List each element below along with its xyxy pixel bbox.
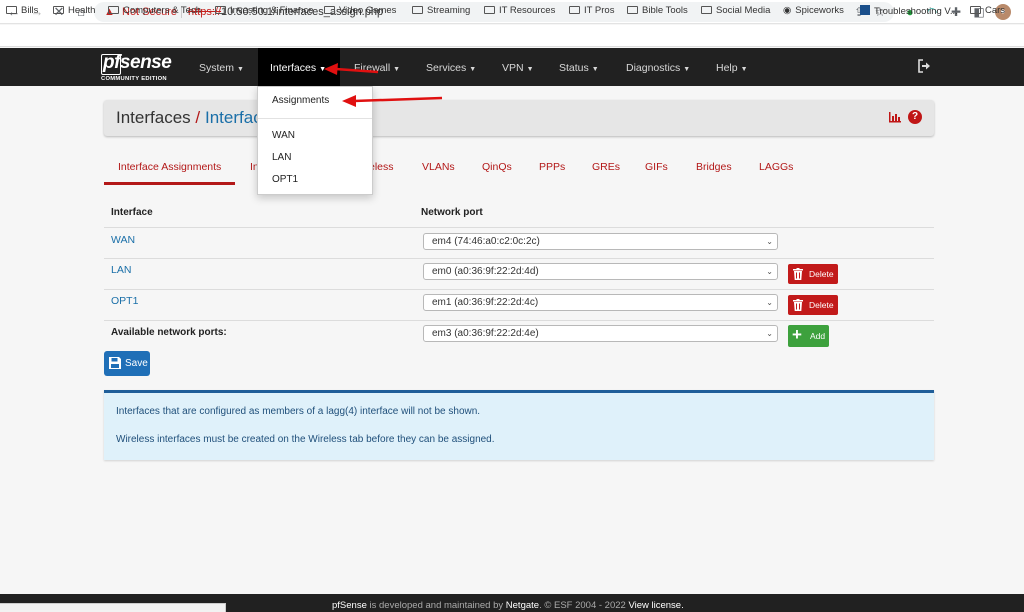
row-divider [104, 227, 934, 228]
network-port-select-lan[interactable]: em0 (a0:36:9f:22:2d:4d) ⌄ [423, 263, 778, 280]
folder-icon [627, 6, 638, 14]
tab-interface-assignments[interactable]: Interface Assignments [118, 161, 221, 173]
tab-qinqs[interactable]: QinQs [482, 161, 512, 173]
delete-button-opt1[interactable]: Delete [788, 295, 838, 315]
network-port-select-opt1[interactable]: em1 (a0:36:9f:22:2d:4c) ⌄ [423, 294, 778, 311]
folder-icon [970, 6, 981, 14]
chevron-down-icon: ⌄ [766, 329, 773, 338]
tab-vlans[interactable]: VLANs [422, 161, 455, 173]
plus-icon: + [792, 325, 802, 344]
floppy-disk-icon [109, 357, 121, 369]
caret-down-icon: ▼ [393, 66, 401, 73]
dropdown-item-opt1[interactable]: OPT1 [272, 174, 298, 185]
bookmark-item[interactable]: Cars [970, 5, 1005, 16]
annotation-arrow-interfaces [324, 63, 379, 75]
menu-status[interactable]: Status ▼ [559, 62, 599, 74]
breadcrumb-current[interactable]: Interfac [205, 108, 262, 128]
info-alert [104, 390, 934, 460]
netgate-link[interactable]: Netgate [506, 600, 539, 611]
bookmark-item[interactable]: Streaming [412, 5, 470, 16]
logout-icon[interactable] [918, 59, 934, 75]
row-divider [104, 320, 934, 321]
menu-help[interactable]: Help ▼ [716, 62, 748, 74]
column-header-interface: Interface [111, 207, 153, 218]
bookmark-item[interactable]: Video Games [324, 5, 396, 16]
caret-down-icon: ▼ [469, 66, 477, 73]
folder-icon [6, 6, 17, 14]
save-button[interactable]: Save [104, 351, 150, 376]
info-text-wireless: Wireless interfaces must be created on t… [116, 434, 495, 445]
trash-icon [793, 299, 803, 311]
caret-down-icon: ▼ [526, 66, 534, 73]
folder-icon [108, 6, 119, 14]
bookmark-item[interactable]: Bills [6, 5, 38, 16]
caret-down-icon: ▼ [683, 66, 691, 73]
bookmark-item[interactable]: Health [53, 5, 95, 16]
bookmark-item[interactable]: IT Resources [484, 5, 555, 16]
column-header-network-port: Network port [421, 207, 483, 218]
bookmark-item[interactable]: Bible Tools [627, 5, 688, 16]
dropdown-item-assignments[interactable]: Assignments [272, 95, 329, 106]
pfsense-logo[interactable]: pfsense COMMUNITY EDITION [101, 52, 181, 84]
globe-icon: ◉ [783, 5, 792, 16]
site-icon [860, 5, 870, 15]
caret-down-icon: ▼ [740, 66, 748, 73]
breadcrumb-root: Interfaces / [116, 108, 201, 127]
help-icon[interactable]: ? [908, 110, 922, 124]
chevron-down-icon: ⌄ [766, 237, 773, 246]
bookmark-item[interactable]: Computers & Tech [108, 5, 201, 16]
folder-icon [324, 6, 335, 14]
caret-down-icon: ▼ [237, 66, 244, 73]
tab-ppps[interactable]: PPPs [539, 161, 565, 173]
add-button[interactable]: + Add [788, 325, 829, 347]
tab-gres[interactable]: GREs [592, 161, 620, 173]
bookmark-item[interactable]: ◉ Spiceworks [783, 5, 844, 16]
footer-text: pfSense is developed and maintained by N… [332, 600, 684, 611]
folder-icon [484, 6, 495, 14]
info-text-lagg: Interfaces that are configured as member… [116, 406, 481, 417]
folder-icon [569, 6, 580, 14]
row-divider [104, 289, 934, 290]
dropdown-item-wan[interactable]: WAN [272, 130, 295, 141]
caret-down-icon: ▼ [591, 66, 599, 73]
menu-vpn[interactable]: VPN ▼ [502, 62, 534, 74]
chevron-down-icon: ⌄ [766, 267, 773, 276]
bookmark-item[interactable]: IT Pros [569, 5, 614, 16]
tab-gifs[interactable]: GIFs [645, 161, 668, 173]
folder-icon [701, 6, 712, 14]
browser-status-strip [0, 603, 226, 612]
logo-text: pfsense [103, 52, 172, 73]
folder-icon [412, 6, 423, 14]
network-port-select-wan[interactable]: em4 (74:46:a0:c2:0c:2c) ⌄ [423, 233, 778, 250]
bookmark-item[interactable]: Troubleshooting V... [860, 5, 958, 17]
interface-link-opt1[interactable]: OPT1 [111, 295, 138, 307]
annotation-arrow-assignments [342, 95, 443, 107]
bookmark-item[interactable]: Investing & Finance [215, 5, 313, 16]
logo-edition: COMMUNITY EDITION [101, 76, 167, 82]
folder-icon [53, 6, 64, 14]
interface-link-lan[interactable]: LAN [111, 264, 131, 276]
view-license-link[interactable]: View license. [628, 600, 683, 611]
bar-chart-icon[interactable] [888, 111, 902, 123]
trash-icon [793, 268, 803, 280]
tab-laggs[interactable]: LAGGs [759, 161, 793, 173]
tab-bridges[interactable]: Bridges [696, 161, 732, 173]
bookmarks-bar [0, 25, 1024, 47]
row-divider [104, 258, 934, 259]
chevron-down-icon: ⌄ [766, 298, 773, 307]
available-ports-label: Available network ports: [111, 327, 227, 338]
available-port-select[interactable]: em3 (a0:36:9f:22:2d:4e) ⌄ [423, 325, 778, 342]
dropdown-divider [258, 118, 372, 119]
bookmark-item[interactable]: Social Media [701, 5, 770, 16]
menu-services[interactable]: Services ▼ [426, 62, 476, 74]
menu-diagnostics[interactable]: Diagnostics ▼ [626, 62, 690, 74]
delete-button-lan[interactable]: Delete [788, 264, 838, 284]
interface-link-wan[interactable]: WAN [111, 234, 135, 246]
menu-interfaces[interactable]: Interfaces ▼ [270, 62, 326, 74]
menu-system[interactable]: System ▼ [199, 62, 244, 74]
tab-active-indicator [104, 182, 235, 185]
dropdown-item-lan[interactable]: LAN [272, 152, 291, 163]
folder-icon [215, 6, 226, 14]
